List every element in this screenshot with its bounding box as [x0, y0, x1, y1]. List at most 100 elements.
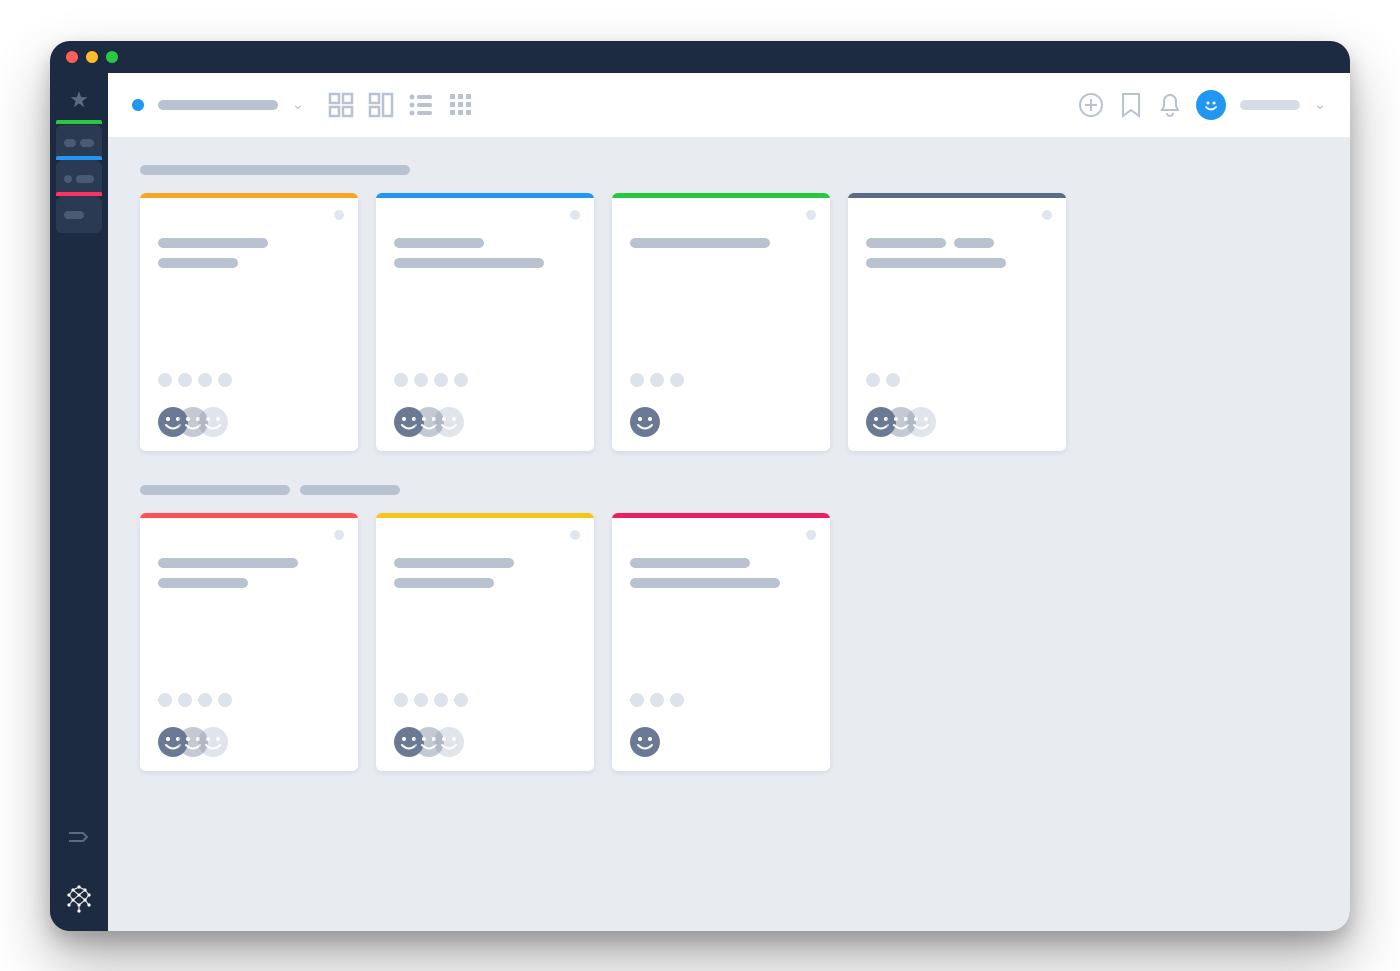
title-text-placeholder [394, 578, 494, 588]
project-color-dot [132, 99, 144, 111]
tag-dot [158, 373, 172, 387]
card[interactable] [612, 513, 830, 771]
assignee-avatar[interactable] [434, 727, 464, 757]
card-title [394, 558, 576, 588]
tag-dot [198, 693, 212, 707]
card-tags [630, 373, 812, 387]
card-body [376, 198, 594, 451]
title-text-placeholder [630, 578, 780, 588]
tag-dot [434, 373, 448, 387]
card-menu-icon[interactable] [806, 210, 816, 220]
card-menu-icon[interactable] [1042, 210, 1052, 220]
assignee-avatar[interactable] [630, 727, 660, 757]
maximize-button[interactable] [106, 51, 118, 63]
title-text-placeholder [158, 578, 248, 588]
sidebar: ★ [50, 73, 108, 931]
card-body [140, 518, 358, 771]
card-menu-icon[interactable] [806, 530, 816, 540]
view-grid-small-icon[interactable] [448, 92, 474, 118]
card-assignees [158, 407, 340, 437]
card[interactable] [376, 193, 594, 451]
card-tags [630, 693, 812, 707]
tag-dot [670, 373, 684, 387]
tag-dot [434, 693, 448, 707]
card-assignees [866, 407, 1048, 437]
favorites-star-icon[interactable]: ★ [69, 87, 89, 113]
card-title [394, 238, 576, 268]
card-assignees [630, 727, 812, 757]
tag-dot [158, 693, 172, 707]
card-tags [866, 373, 1048, 387]
card-body [848, 198, 1066, 451]
card-menu-icon[interactable] [334, 210, 344, 220]
card-body [612, 198, 830, 451]
assignee-avatar[interactable] [434, 407, 464, 437]
assignee-avatar[interactable] [198, 407, 228, 437]
title-text-placeholder [630, 558, 750, 568]
minimize-button[interactable] [86, 51, 98, 63]
tag-dot [414, 693, 428, 707]
card[interactable] [376, 513, 594, 771]
card-menu-icon[interactable] [570, 210, 580, 220]
tag-dot [866, 373, 880, 387]
card[interactable] [140, 513, 358, 771]
card-title [158, 238, 340, 268]
sidebar-item-2[interactable] [56, 197, 102, 233]
bookmark-icon[interactable] [1120, 92, 1142, 118]
section-title-0 [140, 165, 1318, 175]
title-text-placeholder [866, 258, 1006, 268]
card-assignees [158, 727, 340, 757]
main: ⌄ ⌄ [108, 73, 1350, 931]
title-text-placeholder [394, 558, 514, 568]
card-title [630, 238, 812, 248]
view-grid-kanban-icon[interactable] [368, 92, 394, 118]
view-list-icon[interactable] [408, 92, 434, 118]
close-button[interactable] [66, 51, 78, 63]
tag-dot [394, 373, 408, 387]
assignee-avatar[interactable] [198, 727, 228, 757]
body: ★ ⌄ ⌄ [50, 73, 1350, 931]
project-dropdown-chevron-icon[interactable]: ⌄ [292, 96, 304, 113]
section-title-text [140, 165, 410, 175]
topbar: ⌄ ⌄ [108, 73, 1350, 137]
card-body [612, 518, 830, 771]
card-menu-icon[interactable] [334, 530, 344, 540]
titlebar [50, 41, 1350, 73]
card[interactable] [140, 193, 358, 451]
nav-text-placeholder [64, 139, 76, 147]
app-window: ★ ⌄ ⌄ [50, 41, 1350, 931]
card-body [376, 518, 594, 771]
card-menu-icon[interactable] [570, 530, 580, 540]
user-dropdown-chevron-icon[interactable]: ⌄ [1314, 96, 1326, 113]
card-assignees [394, 727, 576, 757]
collapse-icon[interactable] [69, 828, 89, 851]
card-tags [394, 693, 576, 707]
tag-dot [178, 693, 192, 707]
card-title [158, 558, 340, 588]
user-avatar[interactable] [1196, 90, 1226, 120]
view-grid-large-icon[interactable] [328, 92, 354, 118]
title-text-placeholder [158, 558, 298, 568]
assignee-avatar[interactable] [630, 407, 660, 437]
plus-circle-icon[interactable] [1078, 92, 1104, 118]
tag-dot [650, 373, 664, 387]
assignee-avatar[interactable] [906, 407, 936, 437]
nav-text-placeholder [80, 139, 94, 147]
user-name [1240, 100, 1300, 110]
bell-icon[interactable] [1158, 92, 1182, 118]
tag-dot [630, 693, 644, 707]
card[interactable] [848, 193, 1066, 451]
card-tags [158, 693, 340, 707]
card-grid [140, 193, 1318, 451]
nav-text-placeholder [64, 211, 84, 219]
app-logo-icon [64, 883, 94, 913]
tag-dot [454, 693, 468, 707]
tag-dot [454, 373, 468, 387]
title-text-placeholder [394, 258, 544, 268]
card[interactable] [612, 193, 830, 451]
section-title-text [300, 485, 400, 495]
project-title[interactable] [158, 100, 278, 110]
nav-text-placeholder [64, 175, 72, 183]
card-assignees [630, 407, 812, 437]
tag-dot [670, 693, 684, 707]
